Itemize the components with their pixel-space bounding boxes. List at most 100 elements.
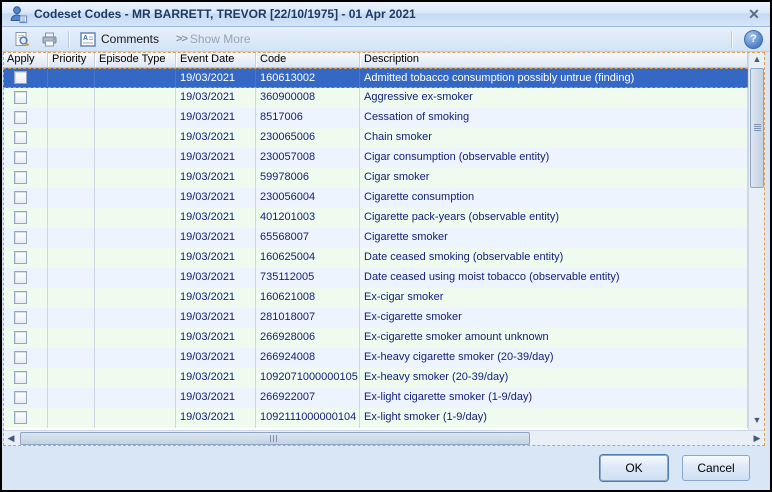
description-cell: Ex-light smoker (1-9/day): [360, 408, 748, 428]
priority-cell: [48, 248, 95, 268]
window-title: Codeset Codes - MR BARRETT, TREVOR [22/1…: [34, 7, 416, 21]
priority-cell: [48, 128, 95, 148]
table-row[interactable]: 19/03/2021735112005Date ceased using moi…: [3, 268, 748, 288]
priority-cell: [48, 388, 95, 408]
table-row[interactable]: 19/03/202165568007Cigarette smoker: [3, 228, 748, 248]
apply-checkbox[interactable]: [14, 191, 27, 204]
table-row[interactable]: 19/03/2021160613002Admitted tobacco cons…: [3, 68, 748, 88]
priority-cell: [48, 368, 95, 388]
apply-checkbox[interactable]: [14, 71, 27, 84]
event-date-cell: 19/03/2021: [176, 168, 256, 188]
print-preview-button[interactable]: [9, 29, 36, 50]
priority-cell: [48, 228, 95, 248]
table-row[interactable]: 19/03/2021230056004Cigarette consumption: [3, 188, 748, 208]
apply-checkbox[interactable]: [14, 111, 27, 124]
comments-button[interactable]: A Comments: [75, 29, 164, 50]
table-row[interactable]: 19/03/2021401201003Cigarette pack-years …: [3, 208, 748, 228]
apply-checkbox[interactable]: [14, 411, 27, 424]
table-row[interactable]: 19/03/2021266924008Ex-heavy cigarette sm…: [3, 348, 748, 368]
apply-cell: [3, 69, 48, 87]
episode-type-cell: [95, 408, 176, 428]
description-cell: Ex-light cigarette smoker (1-9/day): [360, 388, 748, 408]
table-row[interactable]: 19/03/2021360900008Aggressive ex-smoker: [3, 88, 748, 108]
table-row[interactable]: 19/03/2021281018007Ex-cigarette smoker: [3, 308, 748, 328]
scroll-left-icon[interactable]: ◀: [4, 431, 18, 446]
print-button[interactable]: [36, 29, 63, 50]
priority-cell: [48, 148, 95, 168]
apply-checkbox[interactable]: [14, 331, 27, 344]
apply-checkbox[interactable]: [14, 131, 27, 144]
horizontal-scrollbar-thumb[interactable]: [20, 432, 530, 445]
table-row[interactable]: 19/03/2021160625004Date ceased smoking (…: [3, 248, 748, 268]
priority-cell: [48, 168, 95, 188]
scroll-down-icon[interactable]: ▼: [749, 413, 765, 428]
show-more-label[interactable]: Show More: [190, 32, 251, 46]
table-row[interactable]: 19/03/2021160621008Ex-cigar smoker: [3, 288, 748, 308]
overflow-chevron-icon[interactable]: >>: [176, 33, 187, 45]
event-date-cell: 19/03/2021: [176, 308, 256, 328]
apply-checkbox[interactable]: [14, 371, 27, 384]
apply-checkbox[interactable]: [14, 251, 27, 264]
code-cell: 160621008: [256, 288, 360, 308]
priority-cell: [48, 308, 95, 328]
event-date-cell: 19/03/2021: [176, 328, 256, 348]
table-row[interactable]: 19/03/2021266928006Ex-cigarette smoker a…: [3, 328, 748, 348]
apply-checkbox[interactable]: [14, 391, 27, 404]
vertical-scrollbar-thumb[interactable]: [750, 68, 764, 188]
apply-cell: [3, 268, 48, 288]
event-date-cell: 19/03/2021: [176, 108, 256, 128]
code-cell: 1092071000000105: [256, 368, 360, 388]
code-cell: 230065006: [256, 128, 360, 148]
apply-checkbox[interactable]: [14, 231, 27, 244]
scroll-right-icon[interactable]: ▶: [750, 431, 764, 446]
description-cell: Ex-cigarette smoker: [360, 308, 748, 328]
apply-cell: [3, 228, 48, 248]
table-row[interactable]: 19/03/2021230057008Cigar consumption (ob…: [3, 148, 748, 168]
print-preview-icon: [14, 31, 31, 48]
table-row[interactable]: 19/03/20218517006Cessation of smoking: [3, 108, 748, 128]
horizontal-scrollbar[interactable]: ◀ ▶: [3, 430, 765, 446]
table-row[interactable]: 19/03/2021230065006Chain smoker: [3, 128, 748, 148]
help-icon[interactable]: ?: [744, 30, 763, 49]
apply-checkbox[interactable]: [14, 91, 27, 104]
column-header-code[interactable]: Code: [256, 52, 360, 67]
code-cell: 1092111000000104: [256, 408, 360, 428]
episode-type-cell: [95, 69, 176, 87]
vertical-scrollbar[interactable]: ▲ ▼: [748, 52, 765, 430]
table-row[interactable]: 19/03/2021266922007Ex-light cigarette sm…: [3, 388, 748, 408]
column-header-event-date[interactable]: Event Date: [176, 52, 256, 67]
apply-checkbox[interactable]: [14, 291, 27, 304]
apply-checkbox[interactable]: [14, 171, 27, 184]
description-cell: Cigarette smoker: [360, 228, 748, 248]
episode-type-cell: [95, 88, 176, 108]
priority-cell: [48, 288, 95, 308]
code-cell: 160613002: [256, 69, 360, 87]
apply-checkbox[interactable]: [14, 351, 27, 364]
close-icon[interactable]: ✕: [745, 5, 763, 23]
column-header-description[interactable]: Description: [360, 52, 748, 67]
scrollbar-grip-icon: [754, 124, 761, 131]
apply-checkbox[interactable]: [14, 271, 27, 284]
episode-type-cell: [95, 348, 176, 368]
event-date-cell: 19/03/2021: [176, 268, 256, 288]
episode-type-cell: [95, 308, 176, 328]
scroll-up-icon[interactable]: ▲: [749, 52, 765, 67]
table-row[interactable]: 19/03/20211092071000000105Ex-heavy smoke…: [3, 368, 748, 388]
scrollbar-grip-icon: [270, 435, 279, 442]
ok-button[interactable]: OK: [600, 455, 668, 481]
column-header-episode-type[interactable]: Episode Type: [95, 52, 176, 67]
priority-cell: [48, 188, 95, 208]
apply-checkbox[interactable]: [14, 211, 27, 224]
cancel-button[interactable]: Cancel: [682, 455, 750, 481]
description-cell: Date ceased smoking (observable entity): [360, 248, 748, 268]
description-cell: Cigarette consumption: [360, 188, 748, 208]
table-row[interactable]: 19/03/202159978006Cigar smoker: [3, 168, 748, 188]
description-cell: Ex-heavy smoker (20-39/day): [360, 368, 748, 388]
apply-checkbox[interactable]: [14, 151, 27, 164]
column-header-priority[interactable]: Priority: [48, 52, 95, 67]
table-row[interactable]: 19/03/20211092111000000104Ex-light smoke…: [3, 408, 748, 428]
column-header-apply[interactable]: Apply: [3, 52, 48, 67]
apply-checkbox[interactable]: [14, 311, 27, 324]
event-date-cell: 19/03/2021: [176, 368, 256, 388]
toolbar-separator-right: [731, 31, 733, 48]
